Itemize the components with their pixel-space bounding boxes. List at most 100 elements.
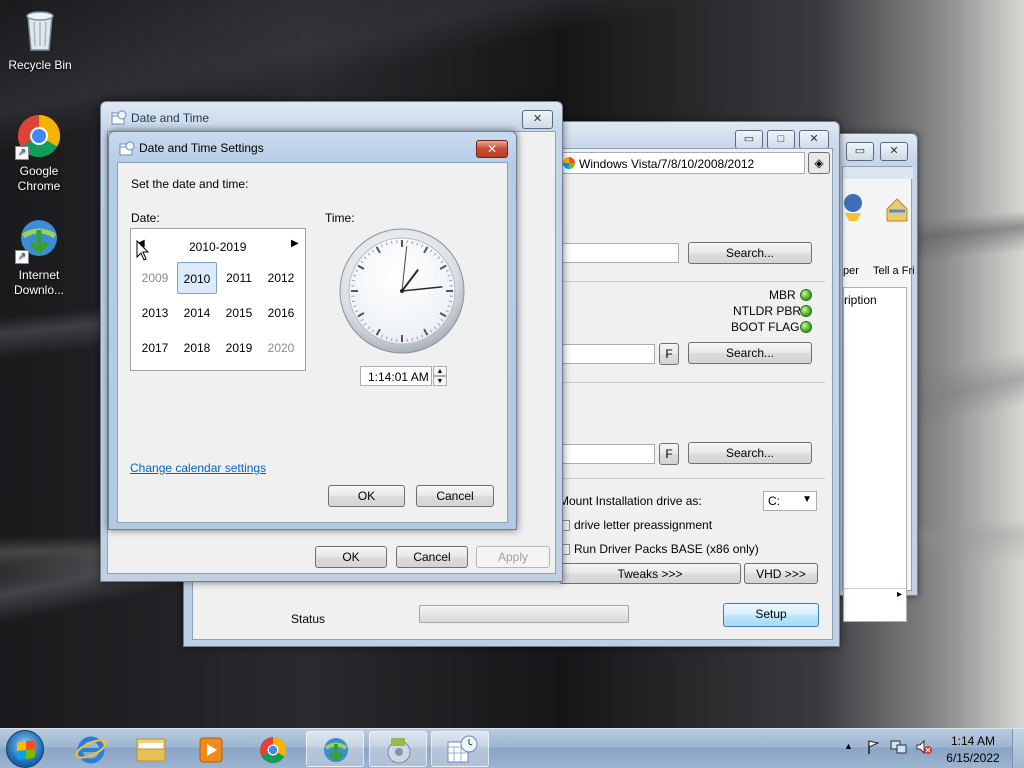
dialog-ok-button[interactable]: OK (328, 485, 405, 507)
clock-tick (390, 241, 393, 245)
mount-drive-value: C: (768, 494, 780, 508)
taskbar-clock-time[interactable]: 1:14 AM (938, 734, 1008, 748)
close-button[interactable]: ✕ (880, 142, 908, 161)
setup-button[interactable]: Setup (723, 603, 819, 627)
tweaks-button[interactable]: Tweaks >>> (559, 563, 741, 584)
year-cell[interactable]: 2014 (177, 297, 217, 329)
os-version-text: Windows Vista/7/8/10/2008/2012 (579, 157, 755, 171)
search-install-button[interactable]: Search... (688, 442, 812, 464)
toolbar-icon-partial[interactable] (843, 191, 863, 223)
action-center-flag-icon[interactable] (866, 739, 882, 755)
recycle-bin-icon (16, 6, 64, 54)
taskbar-clock-date[interactable]: 6/15/2022 (938, 751, 1008, 765)
toolbar-label-partial[interactable]: per (843, 265, 859, 277)
folder-icon (136, 738, 166, 762)
desktop-icon-recycle-bin[interactable]: Recycle Bin (2, 6, 78, 73)
close-button[interactable]: ✕ (799, 130, 829, 149)
vhd-button[interactable]: VHD >>> (744, 563, 818, 584)
year-cell[interactable]: 2015 (219, 297, 259, 329)
desktop-icon-label: Google Chrome (17, 164, 61, 193)
background-window[interactable]: ▭ ✕ per Tell a Fri ription ▸ (835, 133, 918, 622)
boot-flag-status-led (800, 321, 812, 333)
year-cell[interactable]: 2011 (219, 262, 259, 294)
close-button[interactable]: ✕ (476, 140, 508, 158)
apply-button[interactable]: Apply (476, 546, 550, 568)
year-cell[interactable]: 2017 (135, 332, 175, 364)
maximize-button[interactable]: □ (767, 130, 795, 149)
year-cell[interactable]: 2020 (261, 332, 301, 364)
year-cell[interactable]: 2010 (177, 262, 217, 294)
time-up-button[interactable]: ▲ (433, 366, 447, 376)
tell-a-friend-label[interactable]: Tell a Fri (873, 265, 915, 277)
taskbar-media-player[interactable] (182, 731, 240, 767)
next-decade-arrow-icon[interactable]: ▶ (291, 238, 299, 249)
year-cell[interactable]: 2013 (135, 297, 175, 329)
disk-icon-button[interactable]: ◈ (808, 152, 830, 174)
source-path-input[interactable] (553, 243, 679, 263)
desktop-icon-google-chrome[interactable]: ↗ Google Chrome (1, 112, 77, 194)
taskbar-internet-download-manager[interactable] (306, 731, 364, 767)
decade-header[interactable]: 2010-2019 (189, 240, 246, 254)
year-cell[interactable]: 2019 (219, 332, 259, 364)
taskbar-internet-explorer[interactable] (62, 731, 120, 767)
taskbar-file-explorer[interactable] (122, 731, 180, 767)
time-input[interactable]: 1:14:01 AM (360, 366, 432, 386)
media-player-icon (199, 737, 223, 763)
minimize-button[interactable]: ▭ (735, 130, 763, 149)
instruction-text: Set the date and time: (131, 177, 249, 191)
desktop-icon-label: Internet Downlo... (13, 268, 65, 297)
search-boot-button[interactable]: Search... (688, 342, 812, 364)
year-cell[interactable]: 2012 (261, 262, 301, 294)
ntldr-pbr-label: NTLDR PBR (733, 304, 802, 318)
show-desktop-button[interactable] (1012, 729, 1024, 768)
column-header-description[interactable]: ription (844, 293, 877, 307)
show-hidden-icons-arrow-icon[interactable]: ▲ (844, 741, 853, 751)
tell-a-friend-icon[interactable] (883, 195, 911, 223)
taskbar: ▲ 1:14 AM 6/15/2022 (0, 728, 1024, 768)
time-value: 1:14:01 AM (368, 370, 429, 384)
mouse-cursor-icon (136, 239, 150, 262)
install-drive-input[interactable] (553, 444, 655, 464)
scroll-right-arrow-icon[interactable]: ▸ (844, 588, 906, 605)
dialog-cancel-button[interactable]: Cancel (416, 485, 494, 507)
year-cell[interactable]: 2009 (135, 262, 175, 294)
mount-drive-select[interactable]: C: ▼ (763, 491, 817, 511)
list-view[interactable]: ription ▸ (843, 287, 907, 622)
taskbar-date-time[interactable] (431, 731, 489, 767)
close-icon: ✕ (486, 142, 498, 156)
boot-format-button[interactable]: F (659, 343, 679, 365)
boot-drive-input[interactable] (553, 344, 655, 364)
os-version-combo[interactable]: Windows Vista/7/8/10/2008/2012 (560, 152, 805, 174)
year-calendar[interactable]: ◀ 2010-2019 ▶ 2009 2010 2011 2012 2013 2014 20… (130, 228, 306, 371)
cancel-button[interactable]: Cancel (396, 546, 468, 568)
shortcut-arrow-icon: ↗ (15, 250, 29, 264)
window-title: Date and Time (131, 111, 210, 125)
internet-download-manager-icon: ↗ (15, 216, 63, 264)
clock-tick (411, 241, 414, 245)
desktop-icon-internet-download-manager[interactable]: ↗ Internet Downlo... (1, 216, 77, 298)
close-button[interactable]: ✕ (522, 110, 553, 129)
start-button[interactable] (6, 730, 44, 768)
internet-download-manager-icon (324, 738, 348, 762)
minimize-button[interactable]: ▭ (846, 142, 874, 161)
mount-drive-label: Mount Installation drive as: (559, 494, 702, 508)
taskbar-winntsetup[interactable] (369, 731, 427, 767)
chrome-icon: ↗ (15, 112, 63, 160)
network-icon[interactable] (890, 739, 908, 755)
year-cell[interactable]: 2018 (177, 332, 217, 364)
taskbar-chrome[interactable] (244, 731, 302, 767)
install-format-button[interactable]: F (659, 443, 679, 465)
ok-button[interactable]: OK (315, 546, 387, 568)
boot-flag-label: BOOT FLAG (731, 320, 800, 334)
change-calendar-settings-link[interactable]: Change calendar settings (130, 461, 266, 475)
background-window-client: per Tell a Fri ription ▸ (842, 166, 915, 622)
mbr-status-led (800, 289, 812, 301)
status-label: Status (291, 612, 326, 626)
search-source-button[interactable]: Search... (688, 242, 812, 264)
clock-tick (448, 279, 452, 282)
year-cell[interactable]: 2016 (261, 297, 301, 329)
clock-tick (352, 279, 356, 282)
volume-muted-icon[interactable] (915, 739, 933, 755)
chevron-up-icon: ▲ (436, 368, 444, 375)
time-down-button[interactable]: ▼ (433, 376, 447, 386)
